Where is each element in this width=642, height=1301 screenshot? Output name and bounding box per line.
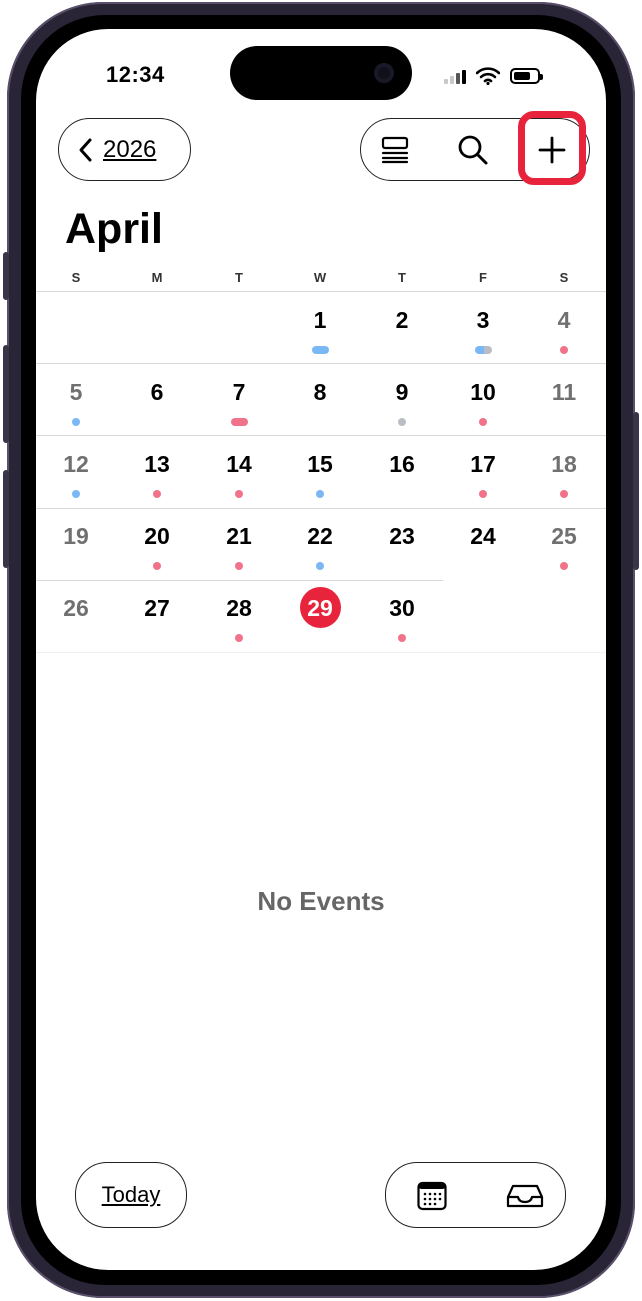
day-cell[interactable]: 25: [542, 523, 586, 550]
row-divider: [36, 508, 606, 509]
event-dot: [153, 490, 161, 498]
calendar-grid-icon[interactable]: [417, 1181, 447, 1211]
day-cell[interactable]: 3: [461, 307, 505, 334]
search-icon[interactable]: [457, 134, 489, 166]
event-bar: [231, 418, 248, 426]
day-cell[interactable]: 5: [54, 379, 98, 406]
row-divider: [36, 363, 606, 364]
day-cell[interactable]: 16: [380, 451, 424, 478]
status-icons: [444, 67, 543, 85]
weekday-label: T: [235, 270, 243, 285]
list-view-icon[interactable]: [381, 136, 409, 164]
event-dot: [560, 346, 568, 354]
action-button: [3, 252, 9, 300]
month-title: April: [65, 205, 163, 253]
event-bar: [484, 346, 492, 354]
day-cell[interactable]: 10: [461, 379, 505, 406]
row-divider: [36, 291, 606, 292]
back-button[interactable]: 2026: [58, 118, 191, 181]
day-cell[interactable]: 24: [461, 523, 505, 550]
inbox-tray-icon[interactable]: [506, 1183, 544, 1209]
weekday-label: F: [479, 270, 487, 285]
weekday-label: S: [71, 270, 81, 285]
day-cell[interactable]: 22: [298, 523, 342, 550]
bottom-toolbar-group: [385, 1162, 566, 1228]
weekday-header: S M T W T F S: [36, 270, 606, 288]
event-dot: [479, 418, 487, 426]
day-cell[interactable]: 28: [217, 595, 261, 622]
event-dot: [316, 490, 324, 498]
event-dot: [316, 562, 324, 570]
event-dot: [560, 562, 568, 570]
day-cell[interactable]: 8: [298, 379, 342, 406]
row-divider: [36, 435, 606, 436]
weekday-label: T: [398, 270, 406, 285]
dynamic-island: [230, 46, 412, 100]
row-divider: [36, 580, 443, 581]
day-cell[interactable]: 23: [380, 523, 424, 550]
back-button-label: 2026: [103, 135, 157, 163]
event-dot: [479, 490, 487, 498]
event-dot: [235, 490, 243, 498]
event-dot: [153, 562, 161, 570]
event-bar: [312, 346, 329, 354]
day-cell[interactable]: 4: [542, 307, 586, 334]
volume-up-button: [3, 345, 9, 443]
today-button[interactable]: Today: [75, 1162, 187, 1228]
day-cell[interactable]: 14: [217, 451, 261, 478]
row-divider: [36, 652, 606, 653]
event-dot: [235, 562, 243, 570]
event-dot: [560, 490, 568, 498]
battery-icon: [510, 68, 543, 84]
day-cell[interactable]: 30: [380, 595, 424, 622]
wifi-icon: [476, 67, 500, 85]
status-time: 12:34: [106, 62, 165, 87]
day-cell[interactable]: 15: [298, 451, 342, 478]
volume-down-button: [3, 470, 9, 568]
day-cell[interactable]: 9: [380, 379, 424, 406]
day-cell-today[interactable]: 29: [298, 595, 342, 622]
event-dot: [235, 634, 243, 642]
day-cell[interactable]: 11: [542, 379, 586, 406]
day-cell[interactable]: 21: [217, 523, 261, 550]
day-cell[interactable]: 1: [298, 307, 342, 334]
day-cell[interactable]: 20: [135, 523, 179, 550]
screen: 12:34 2026 April S M T W T F S 1 2 3 4 5…: [36, 29, 606, 1270]
event-bar: [475, 346, 484, 354]
today-button-label: Today: [101, 1182, 161, 1207]
day-cell[interactable]: 13: [135, 451, 179, 478]
day-cell[interactable]: 17: [461, 451, 505, 478]
day-cell[interactable]: 2: [380, 307, 424, 334]
camera-icon: [374, 63, 394, 83]
weekday-label: M: [151, 270, 163, 285]
day-cell[interactable]: 27: [135, 595, 179, 622]
cellular-signal-icon: [444, 68, 466, 84]
event-dot: [398, 634, 406, 642]
no-events-text: No Events: [257, 886, 385, 916]
add-button-highlight: [518, 111, 586, 185]
day-cell[interactable]: 7: [217, 379, 261, 406]
day-cell[interactable]: 18: [542, 451, 586, 478]
event-dot: [72, 490, 80, 498]
event-dot: [398, 418, 406, 426]
weekday-label: W: [313, 270, 327, 285]
weekday-label: S: [559, 270, 569, 285]
day-cell[interactable]: 6: [135, 379, 179, 406]
day-cell[interactable]: 12: [54, 451, 98, 478]
event-dot: [72, 418, 80, 426]
power-button: [633, 412, 639, 570]
chevron-left-icon: [79, 138, 92, 161]
day-cell[interactable]: 19: [54, 523, 98, 550]
day-cell[interactable]: 26: [54, 595, 98, 622]
